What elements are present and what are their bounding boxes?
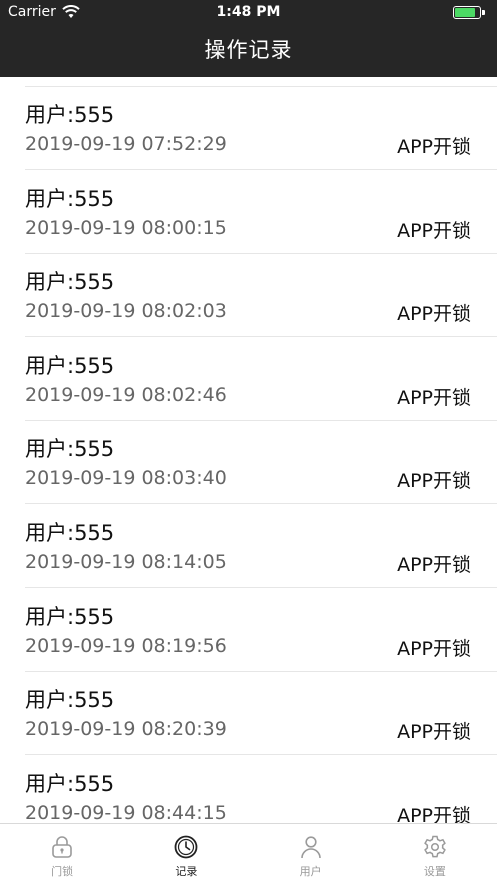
record-action: APP开锁 — [397, 219, 471, 242]
record-action: APP开锁 — [397, 136, 471, 158]
record-time: 2019-09-19 08:02:03 — [25, 300, 227, 323]
record-time: 2019-09-19 08:00:15 — [25, 216, 227, 239]
record-row[interactable]: 用户:555 2019-09-19 08:03:40 APP开锁 — [0, 421, 497, 505]
record-time: 2019-09-19 07:52:29 — [25, 133, 227, 155]
tab-records[interactable]: 记录 — [124, 824, 248, 883]
tab-label: 设置 — [423, 865, 446, 878]
record-row[interactable]: 用户:555 2019-09-19 08:44:15 APP开锁 — [0, 756, 497, 823]
record-row[interactable]: 用户:555 2019-09-19 08:02:03 APP开锁 — [0, 254, 497, 338]
record-action: APP开锁 — [397, 386, 471, 409]
record-user: 用户:555 — [25, 186, 115, 211]
battery-icon — [453, 6, 487, 19]
record-action: APP开锁 — [397, 554, 471, 576]
record-user: 用户:555 — [25, 103, 115, 127]
record-time: 2019-09-19 08:02:46 — [25, 383, 227, 406]
tab-settings[interactable]: 设置 — [373, 824, 497, 883]
user-icon — [300, 836, 321, 859]
tab-label: 用户 — [299, 865, 322, 878]
record-action: APP开锁 — [397, 637, 471, 660]
record-action: APP开锁 — [397, 470, 471, 493]
lock-icon — [52, 836, 72, 858]
record-time: 2019-09-19 08:14:05 — [25, 551, 227, 573]
record-row[interactable]: 用户:555 2019-09-19 08:02:46 APP开锁 — [0, 338, 497, 421]
header: Carrier 1:48 PM 操作记录 — [0, 0, 497, 77]
record-row[interactable]: 用户:555 2019-09-19 08:19:56 APP开锁 — [0, 589, 497, 672]
record-user: 用户:555 — [25, 688, 115, 713]
page-title: 操作记录 — [204, 38, 293, 62]
record-row[interactable]: 用户:555 2019-09-19 08:20:39 APP开锁 — [0, 672, 497, 756]
status-bar: Carrier 1:48 PM — [0, 0, 497, 24]
tab-bar: 门锁 记录 用户 设置 — [0, 823, 497, 883]
record-user: 用户:555 — [25, 771, 115, 796]
record-list[interactable]: 用户:555 2019-09-19 07:52:29 APP开锁 用户:555 2019… — [0, 77, 497, 823]
record-row[interactable]: 用户:555 2019-09-19 08:00:15 APP开锁 — [0, 171, 497, 254]
clock-icon — [174, 835, 198, 859]
record-action: APP开锁 — [397, 804, 471, 823]
status-time: 1:48 PM — [216, 4, 281, 20]
tab-label: 门锁 — [51, 865, 74, 878]
record-user: 用户:555 — [25, 437, 115, 462]
record-time: 2019-09-19 08:44:15 — [25, 801, 227, 823]
record-user: 用户:555 — [25, 270, 115, 295]
record-time: 2019-09-19 08:19:56 — [25, 634, 227, 657]
tab-lock[interactable]: 门锁 — [0, 824, 124, 883]
record-time: 2019-09-19 08:20:39 — [25, 718, 227, 741]
gear-icon — [424, 835, 446, 858]
record-time: 2019-09-19 08:03:40 — [25, 467, 227, 490]
record-user: 用户:555 — [25, 353, 115, 378]
record-user: 用户:555 — [25, 521, 115, 545]
record-action: APP开锁 — [397, 721, 471, 744]
record-action: APP开锁 — [397, 303, 471, 326]
record-row[interactable]: 用户:555 2019-09-19 08:14:05 APP开锁 — [0, 505, 497, 588]
tab-users[interactable]: 用户 — [249, 824, 373, 883]
record-user: 用户:555 — [25, 604, 115, 629]
tab-label: 记录 — [175, 865, 198, 878]
record-row[interactable]: 用户:555 2019-09-19 07:52:29 APP开锁 — [0, 87, 497, 170]
